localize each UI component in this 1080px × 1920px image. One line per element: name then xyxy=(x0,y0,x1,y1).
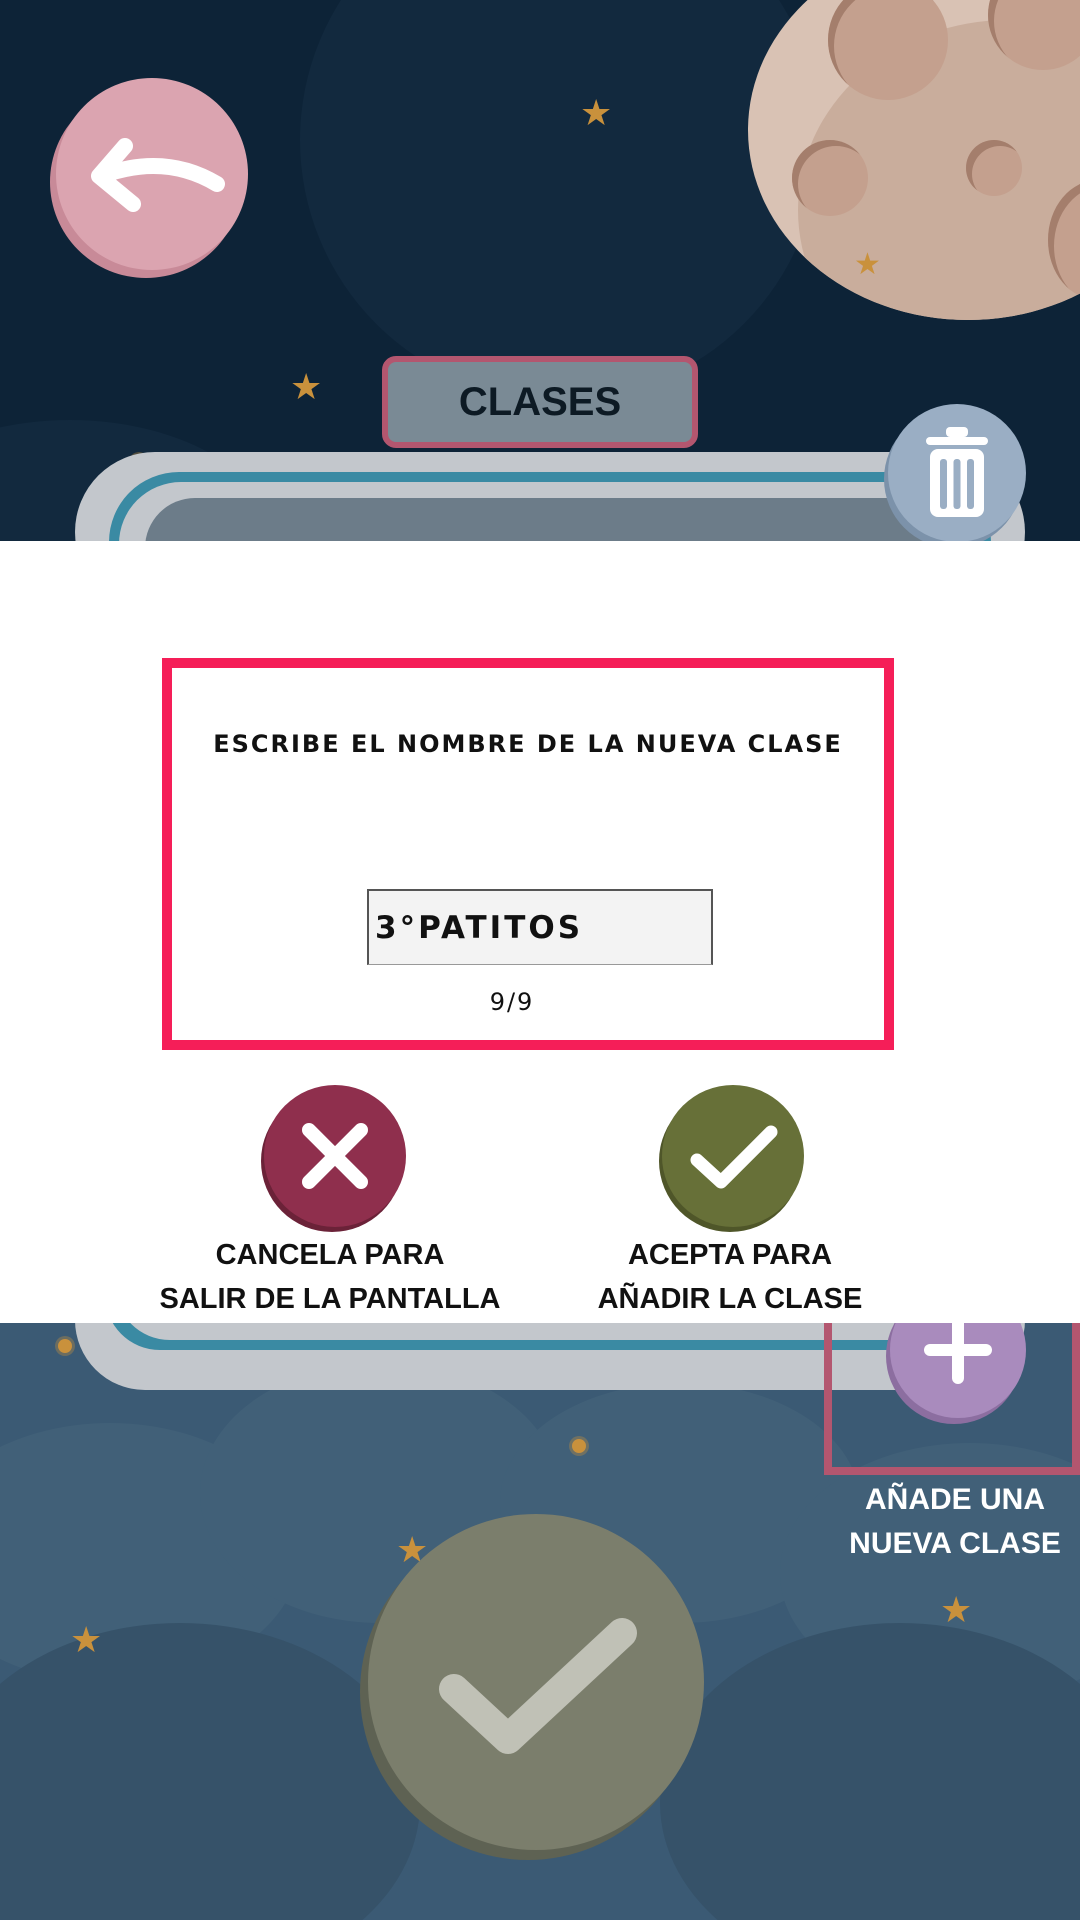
add-class-label: AÑADE UNA NUEVA CLASE xyxy=(830,1478,1080,1566)
accept-button[interactable] xyxy=(662,1085,804,1227)
star-icon: ★ xyxy=(290,367,323,408)
background-shape xyxy=(300,0,820,400)
confirm-button[interactable] xyxy=(368,1514,704,1850)
page-title-text: CLASES xyxy=(458,379,622,424)
star-dot xyxy=(572,1439,586,1453)
dialog-frame: ESCRIBE EL NOMBRE DE LA NUEVA CLASE 9/9 xyxy=(162,658,894,1050)
cancel-caption-line1: CANCELA PARA xyxy=(215,1239,445,1271)
cloud-shape xyxy=(0,1623,420,1920)
page-title: CLASES xyxy=(382,356,698,448)
delete-class-button[interactable] xyxy=(888,404,1026,542)
cancel-caption-line2: SALIR DE LA PANTALLA xyxy=(159,1283,501,1315)
close-icon xyxy=(302,1123,368,1189)
star-dot xyxy=(58,1339,72,1353)
accept-caption-line2: AÑADIR LA CLASE xyxy=(597,1283,863,1315)
star-icon: ★ xyxy=(580,93,613,134)
star-icon: ★ xyxy=(940,1590,973,1631)
star-icon: ★ xyxy=(854,247,881,282)
cloud-shape xyxy=(660,1623,1080,1920)
arrow-left-icon xyxy=(91,138,225,212)
add-class-label-line1: AÑADE UNA xyxy=(865,1483,1045,1516)
cancel-button[interactable] xyxy=(264,1085,406,1227)
check-icon xyxy=(439,1618,637,1754)
cancel-caption: CANCELA PARA SALIR DE LA PANTALLA xyxy=(130,1233,530,1321)
character-counter: 9/9 xyxy=(489,988,535,1016)
trash-icon xyxy=(926,427,988,517)
dialog-prompt: ESCRIBE EL NOMBRE DE LA NUEVA CLASE xyxy=(213,730,843,758)
add-class-label-line2: NUEVA CLASE xyxy=(849,1527,1061,1560)
new-class-dialog: ESCRIBE EL NOMBRE DE LA NUEVA CLASE 9/9 … xyxy=(0,541,1080,1323)
accept-caption: ACEPTA PARA AÑADIR LA CLASE xyxy=(530,1233,930,1321)
class-name-input[interactable] xyxy=(367,889,713,965)
check-icon xyxy=(690,1125,778,1189)
back-button[interactable] xyxy=(56,78,248,270)
moon-illustration xyxy=(748,0,1080,320)
accept-caption-line1: ACEPTA PARA xyxy=(627,1239,833,1271)
star-icon: ★ xyxy=(70,1620,103,1661)
